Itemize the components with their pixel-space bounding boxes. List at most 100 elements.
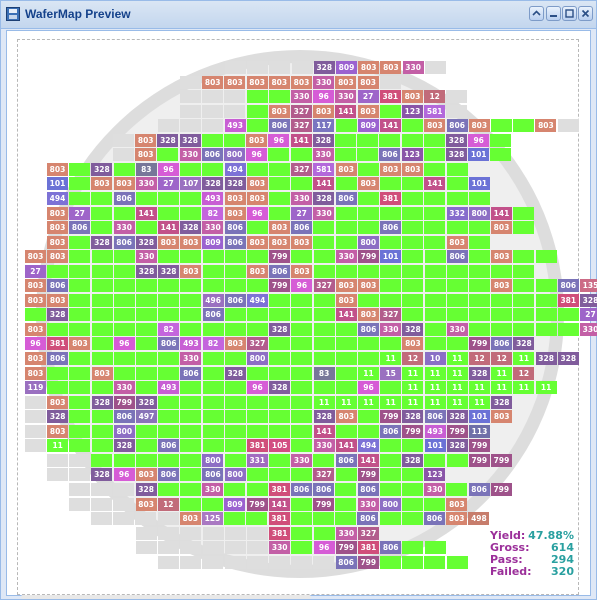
wafer-die-pass — [158, 352, 180, 365]
wafer-die-fail: 141 — [335, 439, 357, 453]
wafer-die-fail: 96 — [291, 279, 313, 293]
wafer-die-fail: 135 — [580, 279, 597, 293]
wafer-die-fail: 806 — [201, 148, 223, 162]
wafer-die-fail: 328 — [313, 410, 335, 424]
wafer-die-fail: 328 — [402, 453, 424, 467]
wafer-die-pass — [91, 191, 113, 205]
wafer-die-pass — [357, 162, 379, 176]
wafer-die-fail: 330 — [335, 250, 357, 264]
wafer-die-fail: 141 — [313, 424, 335, 438]
wafer-die-fail: 809 — [336, 61, 357, 74]
wafer-die-fail: 803 — [180, 264, 202, 278]
wafer-die-pass — [291, 293, 313, 307]
wafer-die-pass — [91, 264, 113, 278]
wafer-die-fail: 806 — [269, 264, 291, 278]
wafer-die-fail: 806 — [158, 337, 180, 351]
wafer-die-pass — [424, 293, 446, 307]
wafer-die-fail: 11 — [380, 352, 402, 365]
wafer-die-pass — [269, 191, 290, 205]
minimize-button[interactable] — [546, 6, 561, 21]
wafer-die-fail: 803 — [47, 424, 69, 438]
wafer-die-pass — [224, 395, 246, 409]
wafer-die-pass — [380, 293, 402, 307]
wafer-die-fail: 328 — [157, 133, 179, 147]
wafer-die-fail: 803 — [25, 322, 46, 336]
wafer-die-pass — [335, 133, 356, 147]
wafer-die-empty — [136, 541, 157, 555]
wafer-die-fail: 803 — [335, 162, 357, 176]
wafer-die-fail: 493 — [180, 337, 202, 351]
wafer-die-pass — [180, 381, 202, 395]
wafer-die-fail: 11 — [380, 395, 402, 409]
wafer-die-pass — [202, 322, 224, 336]
wafer-die-fail: 803 — [246, 191, 268, 205]
wafer-die-pass — [446, 308, 468, 322]
close-button[interactable] — [578, 6, 593, 21]
wafer-die-empty — [113, 148, 134, 162]
wafer-die-pass — [379, 104, 401, 118]
wafer-die-pass — [69, 264, 91, 278]
wafer-die-fail: 327 — [358, 526, 379, 540]
wafer-die-fail: 799 — [313, 497, 335, 511]
wafer-die-pass — [69, 439, 91, 453]
wafer-die-pass — [535, 279, 557, 293]
horizontal-scrollbar[interactable] — [21, 595, 311, 599]
wafer-die-fail: 806 — [491, 337, 513, 351]
wafer-die-pass — [158, 293, 180, 307]
wafer-die-empty — [158, 526, 180, 540]
wafer-die-pass — [91, 308, 113, 322]
wafer-die-fail: 96 — [268, 133, 290, 147]
wafer-die-empty — [202, 90, 224, 104]
wafer-die-pass — [224, 410, 246, 424]
wafer-die-pass — [313, 352, 335, 365]
wafer-die-pass — [313, 264, 335, 278]
wafer-die-pass — [335, 235, 357, 249]
wafer-die-fail: 803 — [135, 133, 157, 147]
wafer-die-fail: 806 — [224, 235, 246, 249]
wafer-die-fail: 330 — [335, 526, 357, 540]
wafer-die-pass — [291, 322, 313, 336]
wafer-die-fail: 806 — [424, 512, 445, 526]
wafer-die-fail: 806 — [158, 468, 179, 482]
wafer-die-pass — [335, 381, 357, 395]
wafer-die-fail: 123 — [424, 468, 446, 482]
wafer-die-pass — [91, 279, 113, 293]
wafer-die-fail: 96 — [113, 468, 135, 482]
wafer-die-fail: 328 — [113, 439, 135, 453]
wafer-die-pass — [424, 264, 446, 278]
wafer-die-pass — [69, 366, 91, 380]
wafer-die-empty — [446, 104, 468, 118]
wafer-die-fail: 806 — [202, 468, 224, 482]
wafer-die-pass — [313, 512, 334, 526]
wafer-die-pass — [335, 424, 357, 438]
wafer-die-fail: 493 — [224, 119, 246, 133]
wafer-die-pass — [69, 250, 91, 264]
wafer-die-pass — [157, 482, 179, 496]
wafer-die-fail: 328 — [224, 177, 246, 191]
wafer-die-pass — [269, 352, 291, 365]
wafer-die-fail: 803 — [47, 162, 68, 176]
wafer-die-pass — [424, 221, 446, 235]
wafer-die-pass — [313, 453, 335, 467]
wafer-die-pass — [202, 424, 224, 438]
collapse-button[interactable] — [529, 6, 544, 21]
wafer-die-empty — [224, 90, 246, 104]
wafer-die-pass — [69, 308, 91, 322]
wafer-die-pass — [423, 148, 445, 162]
wafer-die-empty — [113, 482, 135, 496]
wafer-die-fail: 11 — [491, 381, 513, 395]
wafer-die-fail: 496 — [202, 293, 224, 307]
wafer-die-pass — [446, 555, 468, 569]
wafer-die-fail: 803 — [25, 279, 46, 293]
wafer-die-pass — [424, 308, 446, 322]
wafer-die-pass — [469, 293, 490, 307]
wafer-die-fail: 328 — [446, 148, 467, 162]
wafer-die-pass — [313, 293, 335, 307]
wafer-die-fail: 493 — [424, 424, 446, 438]
wafer-die-pass — [468, 221, 490, 235]
wafer-die-empty — [91, 482, 113, 496]
maximize-button[interactable] — [562, 6, 577, 21]
wafer-die-pass — [491, 308, 513, 322]
wafer-die-fail: 96 — [25, 337, 46, 351]
wafer-die-fail: 27 — [291, 206, 313, 220]
